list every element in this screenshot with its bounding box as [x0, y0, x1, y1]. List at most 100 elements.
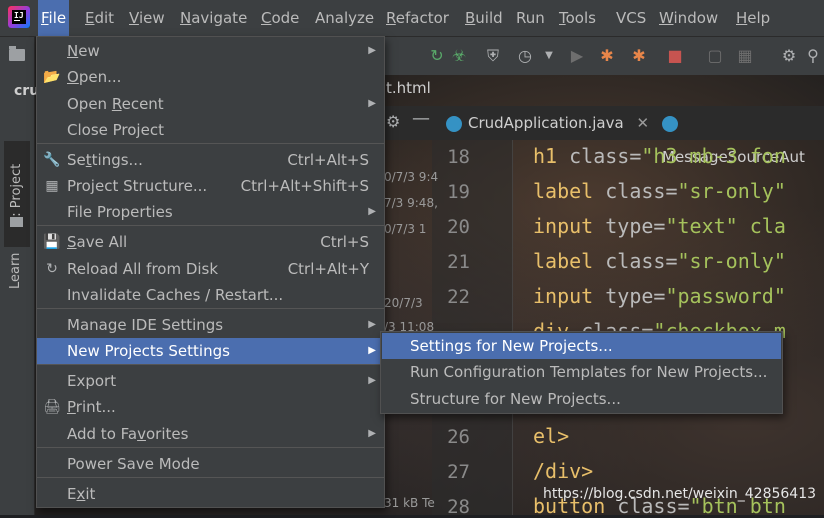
menu-label: elp — [747, 9, 771, 27]
file-menu-new-projects-settings[interactable]: New Projects Settings ▶ — [37, 338, 384, 364]
menu-separator — [37, 225, 384, 226]
menu-label: Run — [516, 9, 545, 27]
stop-icon[interactable]: ■ — [666, 47, 684, 65]
menu-file[interactable]: File — [38, 0, 70, 36]
file-menu-settings[interactable]: 🔧 Settings... Ctrl+Alt+S — [37, 147, 384, 173]
menu-mnemonic: R — [386, 9, 396, 27]
menu-label: VCS — [616, 9, 647, 27]
sdk-icon[interactable]: ▦ — [736, 47, 754, 65]
file-menu-print[interactable]: 🖨 Print... — [37, 394, 384, 420]
tab-project[interactable]: 1: Project — [4, 141, 30, 247]
profiler-icon[interactable]: ◷ — [516, 47, 534, 65]
update-running-icon[interactable]: ✱ — [630, 47, 648, 65]
menu-label: dit — [94, 9, 115, 27]
file-menu-exit[interactable]: Exit — [37, 481, 384, 507]
code-line[interactable]: el> — [533, 424, 569, 448]
menu-item-label: Reload All from Disk — [67, 256, 218, 282]
coverage-icon[interactable]: ⛨ — [484, 47, 502, 65]
minimize-icon[interactable]: — — [412, 108, 430, 129]
file-menu-manage-ide-settings[interactable]: Manage IDE Settings ▶ — [37, 312, 384, 338]
menu-tools[interactable]: Tools — [556, 0, 599, 36]
close-icon[interactable]: ✕ — [636, 114, 649, 132]
code-line[interactable]: /div> — [533, 459, 593, 483]
file-menu-dropdown: New ▶ 📂 Open... Open Recent ▶ Close Project 🔧 Se… — [36, 36, 385, 508]
file-menu-power-save-mode[interactable]: Power Save Mode — [37, 451, 384, 477]
menu-item-label: Power Save Mode — [67, 451, 200, 477]
submenu-run-config-templates[interactable]: Run Configuration Templates for New Proj… — [382, 359, 781, 385]
submenu-arrow-icon: ▶ — [368, 319, 376, 330]
shortcut-label: Ctrl+Alt+Y — [287, 260, 369, 278]
menu-run[interactable]: Run — [513, 0, 548, 36]
tab-crud-application[interactable]: CrudApplication.java ✕ — [446, 106, 649, 140]
file-menu-add-to-favorites[interactable]: Add to Favorites ▶ — [37, 421, 384, 447]
code-line[interactable]: input type="text" cla — [533, 214, 786, 238]
shortcut-label: Ctrl+Alt+S — [287, 151, 369, 169]
file-menu-new[interactable]: New ▶ — [37, 38, 384, 64]
new-projects-settings-submenu: Settings for New Projects... Run Configu… — [380, 331, 783, 414]
menu-item-label: New — [67, 38, 100, 64]
shortcut-label: Ctrl+S — [320, 233, 369, 251]
label-mnemonic: N — [67, 42, 79, 60]
menu-analyze[interactable]: Analyze — [312, 0, 377, 36]
label-part: New Projects Settings — [67, 342, 230, 360]
search-everywhere-icon[interactable]: ⚲ — [804, 47, 822, 65]
file-menu-export[interactable]: Export ▶ — [37, 368, 384, 394]
left-tool-stripe: cru 1: Project Learn — [0, 37, 39, 515]
menu-vcs[interactable]: VCS — [613, 0, 649, 36]
gear-icon[interactable]: ⚙ — [386, 112, 400, 131]
print-icon: 🖨 — [43, 399, 61, 415]
file-menu-project-structure[interactable]: ▦ Project Structure... Ctrl+Alt+Shift+S — [37, 173, 384, 199]
menu-label: uild — [475, 9, 503, 27]
menu-view[interactable]: View — [126, 0, 168, 36]
menu-window[interactable]: Window — [656, 0, 721, 36]
file-menu-reload-all-from-disk[interactable]: ↻ Reload All from Disk Ctrl+Alt+Y — [37, 256, 384, 282]
label-part: ecent — [121, 95, 164, 113]
file-menu-save-all[interactable]: 💾 Save All Ctrl+S — [37, 229, 384, 255]
code-line[interactable]: input type="password" — [533, 284, 786, 308]
code-attr: type= — [605, 214, 666, 238]
wrench-icon: 🔧 — [43, 152, 61, 168]
layout-icon[interactable]: ▢ — [706, 47, 724, 65]
menu-edit[interactable]: Edit — [82, 0, 117, 36]
code-line[interactable]: h1 class="h3 mb-3 fon — [533, 144, 786, 168]
code-line[interactable]: label class="sr-only" — [533, 179, 786, 203]
code-tag: input — [533, 284, 606, 308]
shortcut-label: Ctrl+Alt+Shift+S — [240, 177, 369, 195]
debug-bug-icon[interactable]: ☣ — [450, 47, 468, 65]
menu-code[interactable]: Code — [258, 0, 302, 36]
label-mnemonic: v — [137, 425, 146, 443]
file-menu-file-properties[interactable]: File Properties ▶ — [37, 199, 384, 225]
code-string: "sr-only" — [677, 179, 786, 203]
menu-navigate[interactable]: Navigate — [177, 0, 250, 36]
submenu-settings-for-new-projects[interactable]: Settings for New Projects... — [382, 333, 781, 359]
code-tag: label — [533, 249, 606, 273]
menu-mnemonic: T — [559, 9, 566, 27]
code-tag: el> — [533, 424, 570, 448]
wrench-icon[interactable]: ⚙ — [780, 47, 798, 65]
menu-mnemonic: N — [180, 9, 192, 27]
file-menu-close-project[interactable]: Close Project — [37, 117, 384, 143]
code-line[interactable]: label class="sr-only" — [533, 249, 786, 273]
file-menu-open-recent[interactable]: Open Recent ▶ — [37, 91, 384, 117]
label-part: Reload All from Disk — [67, 260, 219, 278]
menu-refactor[interactable]: Refactor — [383, 0, 452, 36]
label-part: ave All — [76, 233, 128, 251]
tab-message-source[interactable]: MessageSourceAut — [662, 106, 824, 166]
submenu-arrow-icon: ▶ — [368, 206, 376, 217]
menu-build[interactable]: Build — [462, 0, 506, 36]
line-number: 18 — [447, 146, 470, 168]
chevron-down-icon[interactable]: ▼ — [540, 47, 558, 65]
menu-separator — [37, 143, 384, 144]
code-attr: class= — [569, 144, 642, 168]
menu-help[interactable]: Help — [733, 0, 773, 36]
file-menu-open[interactable]: 📂 Open... — [37, 64, 384, 90]
menu-mnemonic: H — [736, 9, 748, 27]
attach-debugger-icon[interactable]: ✱ — [598, 47, 616, 65]
file-menu-invalidate-caches-restart[interactable]: Invalidate Caches / Restart... — [37, 282, 384, 308]
build-hammer-icon[interactable]: ↻ — [428, 47, 446, 65]
run-icon[interactable]: ▶ — [568, 47, 586, 65]
submenu-structure-for-new-projects[interactable]: Structure for New Projects... — [382, 386, 781, 412]
menu-label: Analyze — [315, 9, 375, 27]
menu-mnemonic: W — [659, 9, 674, 27]
folder-icon[interactable] — [9, 46, 25, 61]
